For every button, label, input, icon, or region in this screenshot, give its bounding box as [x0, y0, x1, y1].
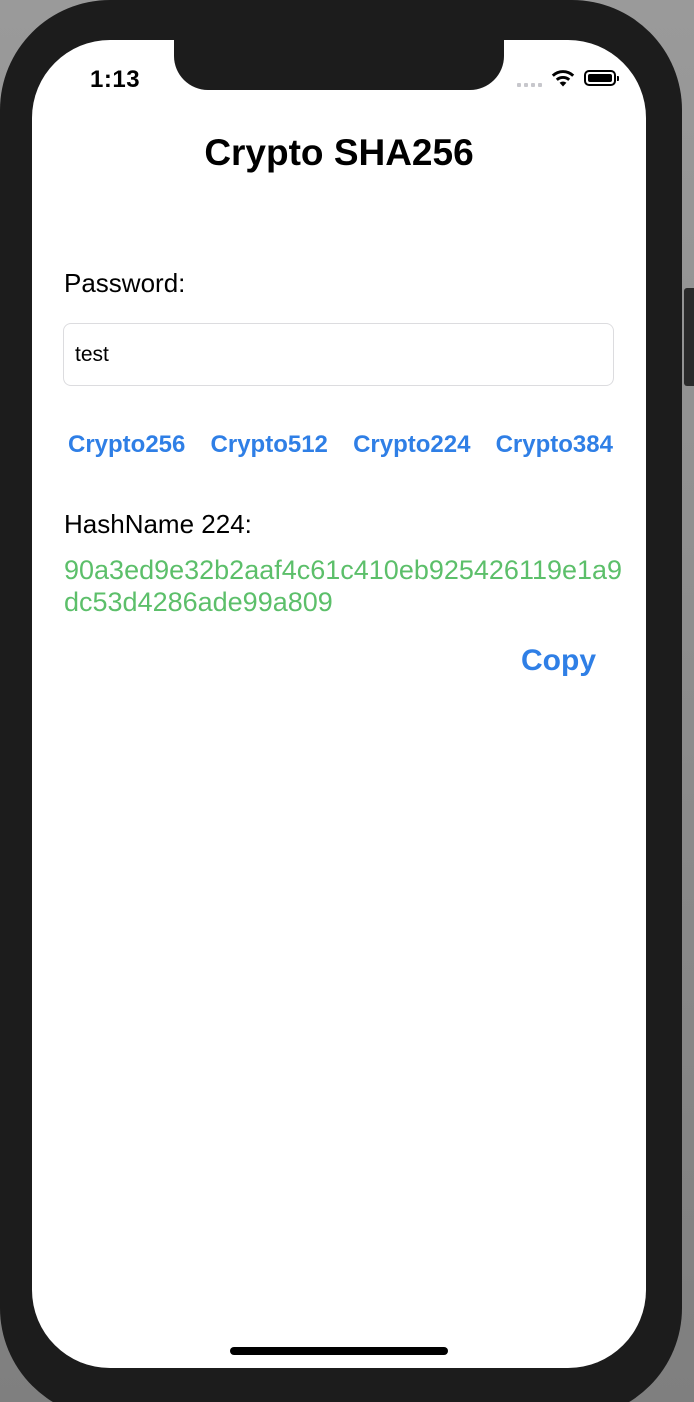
side-button [684, 288, 694, 386]
crypto384-button[interactable]: Crypto384 [496, 431, 613, 459]
device-stage: 1:13 Crypto SHA256 Password: Crypto256 C… [0, 0, 694, 1402]
home-indicator[interactable] [230, 1347, 448, 1355]
status-icons [517, 68, 619, 88]
hash-output: 90a3ed9e32b2aaf4c61c410eb925426119e1a9dc… [64, 555, 623, 617]
wifi-icon [551, 70, 575, 87]
password-input[interactable] [63, 323, 614, 386]
crypto512-button[interactable]: Crypto512 [211, 431, 328, 459]
page-title: Crypto SHA256 [204, 132, 474, 173]
crypto224-button[interactable]: Crypto224 [353, 431, 470, 459]
app-screen: 1:13 Crypto SHA256 Password: Crypto256 C… [32, 40, 646, 1368]
password-label: Password: [64, 268, 186, 298]
status-time: 1:13 [90, 66, 141, 93]
cellular-signal-icon [517, 69, 542, 87]
notch [174, 40, 504, 90]
crypto256-button[interactable]: Crypto256 [68, 431, 185, 459]
copy-button[interactable]: Copy [521, 644, 596, 678]
hash-name-label: HashName 224: [64, 509, 252, 539]
battery-icon [584, 70, 619, 86]
algorithm-buttons: Crypto256 Crypto512 Crypto224 Crypto384 [68, 431, 613, 459]
